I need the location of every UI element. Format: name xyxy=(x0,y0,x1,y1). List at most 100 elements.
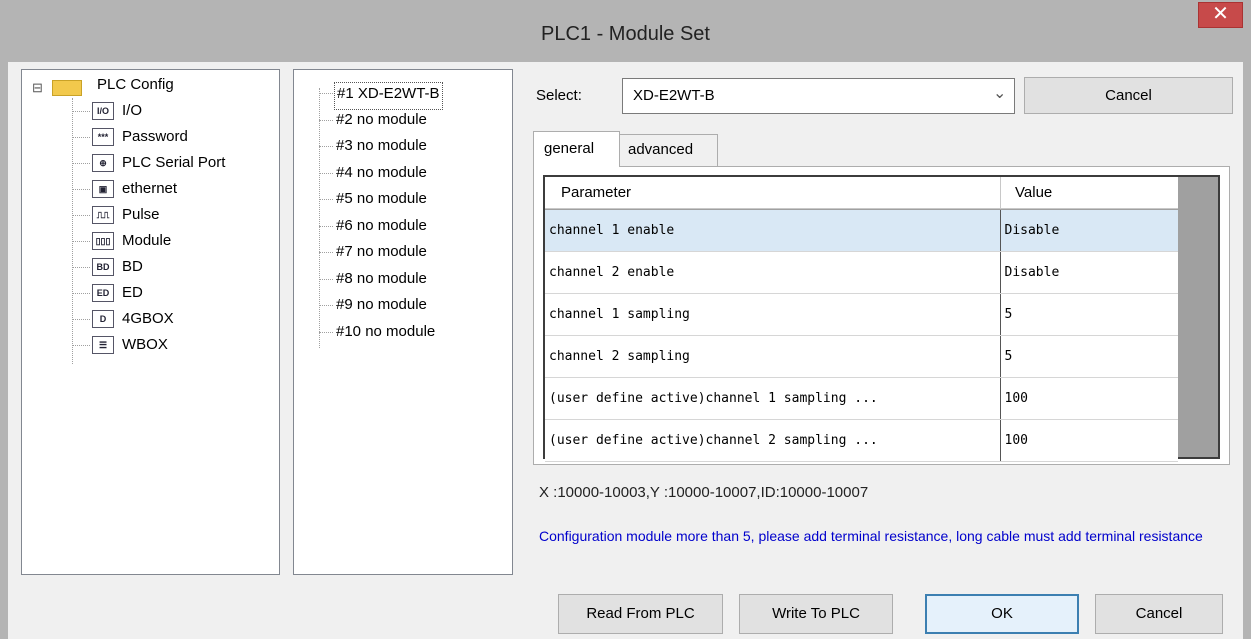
table-row[interactable]: channel 2 enable Disable xyxy=(545,251,1178,294)
tree-branch-line xyxy=(72,293,90,294)
tree-item-label[interactable]: Module xyxy=(122,230,171,256)
module-branch-line xyxy=(319,93,333,94)
tree-branch-line xyxy=(72,189,90,190)
tab-general-label: general xyxy=(544,140,595,157)
module-list-panel: #1 XD-E2WT-B #2 no module #3 no module #4 n… xyxy=(293,69,513,575)
tree-item-6-icon: BD xyxy=(92,258,114,276)
tree-item-9-icon: ☰ xyxy=(92,336,114,354)
module-branch-line xyxy=(319,305,333,306)
param-value-cell[interactable]: 5 xyxy=(999,293,1178,336)
tree-branch-line xyxy=(72,215,90,216)
table-row[interactable]: channel 2 sampling 5 xyxy=(545,335,1178,378)
module-select[interactable]: XD-E2WT-B ⌄ xyxy=(622,78,1015,114)
module-branch-line xyxy=(319,331,333,333)
module-list-item[interactable]: #10 no module xyxy=(336,321,435,347)
param-value-cell[interactable]: Disable xyxy=(999,251,1178,294)
ok-button[interactable]: OK xyxy=(925,594,1079,634)
write-to-plc-button[interactable]: Write To PLC xyxy=(739,594,893,634)
tab-advanced[interactable]: advanced xyxy=(620,134,718,166)
param-grid: Parameter Value channel 1 enable Disable c… xyxy=(543,175,1220,462)
param-name-cell: channel 2 enable xyxy=(545,251,1000,294)
tree-branch-line xyxy=(72,345,90,346)
module-list-item[interactable]: #9 no module xyxy=(336,294,427,320)
param-value-cell[interactable]: 5 xyxy=(999,335,1178,378)
cancel-button[interactable]: Cancel xyxy=(1095,594,1223,634)
tree-root-label[interactable]: PLC Config xyxy=(97,76,174,93)
tree-item-7-icon: ED xyxy=(92,284,114,302)
chevron-down-icon: ⌄ xyxy=(993,85,1007,102)
module-select-value: XD-E2WT-B xyxy=(633,87,715,104)
module-branch-line xyxy=(319,225,333,227)
address-info: X :10000-10003,Y :10000-10007,ID:10000-1… xyxy=(539,484,869,501)
tree-item-label[interactable]: Password xyxy=(122,126,188,152)
param-name-cell: channel 1 sampling xyxy=(545,293,1000,336)
tree-item-8-icon: D xyxy=(92,310,114,328)
tree-item-1-icon: *** xyxy=(92,128,114,146)
param-name-cell: (user define active)channel 2 sampling .… xyxy=(545,419,1000,462)
collapse-icon[interactable]: ⊟ xyxy=(32,80,43,96)
param-name-cell: channel 1 enable xyxy=(545,210,1000,252)
window-frame-right xyxy=(1243,62,1251,639)
param-name-cell: channel 2 sampling xyxy=(545,335,1000,378)
module-list-item[interactable]: #5 no module xyxy=(336,188,427,214)
tree-branch-line xyxy=(72,241,90,242)
close-button[interactable]: ✕ xyxy=(1198,2,1243,28)
tree-item-label[interactable]: Pulse xyxy=(122,204,160,230)
module-list-item[interactable]: #6 no module xyxy=(336,215,427,241)
module-branch-line xyxy=(319,172,333,174)
module-list-item[interactable]: #8 no module xyxy=(336,268,427,294)
tree-item-label[interactable]: ethernet xyxy=(122,178,177,204)
table-row[interactable]: channel 1 sampling 5 xyxy=(545,293,1178,336)
tree-branch-line xyxy=(72,111,90,112)
window-title: PLC1 - Module Set xyxy=(541,23,710,45)
tree-item-3-icon: ▣ xyxy=(92,180,114,198)
module-list-item[interactable]: #7 no module xyxy=(336,241,427,267)
tree-branch-line xyxy=(72,267,90,268)
param-name-cell: (user define active)channel 1 sampling .… xyxy=(545,377,1000,420)
config-tree-panel: ⊟ PLC Config I/O I/O *** Password ⊕ PLC Seria… xyxy=(21,69,280,575)
tree-branch-line xyxy=(72,319,90,320)
tab-content: Parameter Value channel 1 enable Disable c… xyxy=(533,166,1230,465)
tab-general[interactable]: general xyxy=(533,131,620,167)
tree-item-label[interactable]: BD xyxy=(122,256,143,282)
tree-item-label[interactable]: WBOX xyxy=(122,334,168,360)
module-list-item[interactable]: #3 no module xyxy=(336,135,427,161)
close-icon: ✕ xyxy=(1212,3,1229,25)
module-list-item[interactable]: #4 no module xyxy=(336,162,427,188)
table-row[interactable]: (user define active)channel 2 sampling .… xyxy=(545,419,1178,462)
module-branch-line xyxy=(319,252,333,253)
window-frame-left xyxy=(0,62,8,639)
read-from-plc-button[interactable]: Read From PLC xyxy=(558,594,723,634)
grid-header: Parameter Value xyxy=(545,177,1178,209)
module-branch-line xyxy=(319,199,333,200)
tree-item-label[interactable]: 4GBOX xyxy=(122,308,174,334)
param-value-cell[interactable]: 100 xyxy=(999,377,1178,420)
header-parameter: Parameter xyxy=(561,184,632,201)
module-branch-line xyxy=(319,278,333,280)
table-row[interactable]: (user define active)channel 1 sampling .… xyxy=(545,377,1178,420)
select-label: Select: xyxy=(536,87,582,104)
folder-icon xyxy=(52,80,82,96)
tree-item-label[interactable]: I/O xyxy=(122,100,142,126)
tree-item-2-icon: ⊕ xyxy=(92,154,114,172)
tree-item-label[interactable]: PLC Serial Port xyxy=(122,152,225,178)
tree-item-4-icon: ⎍⎍ xyxy=(92,206,114,224)
cancel-select-button[interactable]: Cancel xyxy=(1024,77,1233,114)
module-guide-line xyxy=(319,88,320,348)
module-list-item[interactable]: #1 XD-E2WT-B xyxy=(334,82,443,110)
table-row[interactable]: channel 1 enable Disable xyxy=(545,210,1178,252)
module-branch-line xyxy=(319,119,333,121)
tree-item-label[interactable]: ED xyxy=(122,282,143,308)
param-table: channel 1 enable Disable channel 2 enable D… xyxy=(545,210,1178,462)
header-value: Value xyxy=(1015,184,1053,201)
header-divider xyxy=(1000,177,1001,209)
param-value-cell[interactable]: 100 xyxy=(999,419,1178,462)
tree-branch-line xyxy=(72,163,90,164)
module-branch-line xyxy=(319,146,333,147)
terminal-resistance-note: Configuration module more than 5, please… xyxy=(539,528,1203,544)
tree-item-0-icon: I/O xyxy=(92,102,114,120)
param-value-cell[interactable]: Disable xyxy=(999,210,1178,252)
module-list-item[interactable]: #2 no module xyxy=(336,109,427,135)
tab-advanced-label: advanced xyxy=(628,141,694,158)
tree-branch-line xyxy=(72,137,90,138)
